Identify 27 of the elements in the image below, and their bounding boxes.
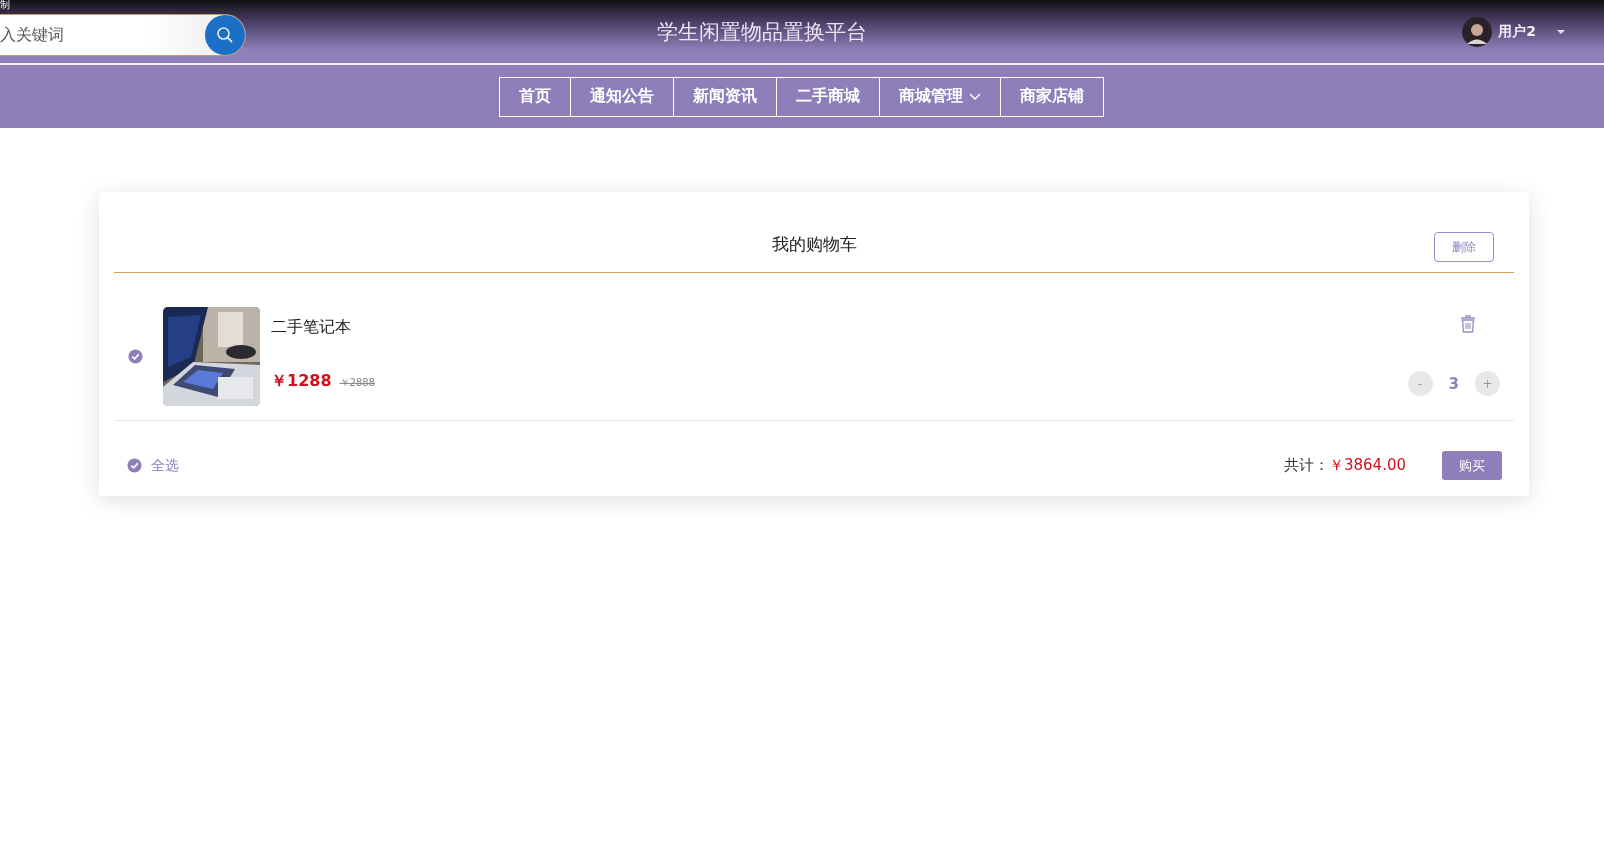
original-price: ￥2888 (339, 376, 375, 390)
user-avatar[interactable] (1462, 16, 1493, 47)
search-icon (216, 25, 234, 44)
site-title: 学生闲置物品置换平台 (657, 18, 867, 46)
corner-text: 制 (0, 0, 10, 12)
total-label: 共计： (1283, 456, 1329, 475)
product-price: ￥1288 (271, 371, 332, 392)
select-all-checkbox[interactable] (127, 458, 142, 473)
delete-button[interactable]: 删除 (1434, 232, 1494, 262)
cart-title: 我的购物车 (771, 232, 857, 256)
product-name: 二手笔记本 (271, 317, 352, 338)
nav-tab[interactable]: 通知公告 (570, 76, 674, 117)
total-amount: ￥3864.00 (1328, 456, 1406, 475)
select-all-label[interactable]: 全选 (151, 456, 179, 475)
checkbox[interactable] (128, 349, 143, 364)
dropdown-caret-icon[interactable] (1556, 28, 1566, 35)
nav-tab[interactable]: 商城管理 (879, 76, 1001, 117)
user-name[interactable]: 用户2 (1498, 22, 1536, 41)
nav-tab[interactable]: 二手商城 (776, 76, 880, 117)
buy-button[interactable]: 购买 (1442, 451, 1502, 480)
nav-tab[interactable]: 首页 (499, 76, 571, 117)
increase-button[interactable]: + (1475, 371, 1500, 396)
quantity-value: 3 (1447, 374, 1460, 393)
trash-icon[interactable] (1460, 315, 1476, 333)
nav-tab[interactable]: 商家店铺 (1000, 76, 1104, 117)
nav-tab[interactable]: 新闻资讯 (673, 76, 777, 117)
decrease-button[interactable]: - (1407, 371, 1433, 396)
